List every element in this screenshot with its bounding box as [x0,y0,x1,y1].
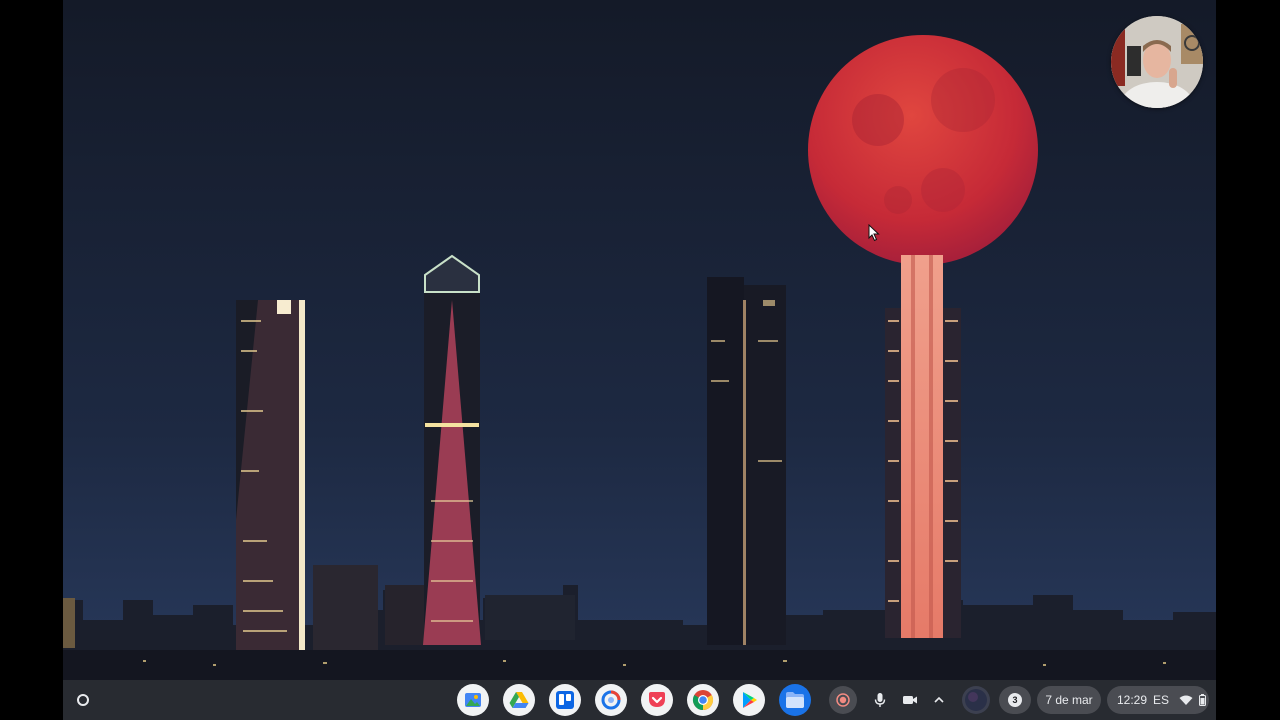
video-camera-icon [903,696,917,704]
phone-hub-button[interactable] [962,686,990,714]
mouse-cursor-icon [868,224,880,242]
play-store-icon [743,692,757,708]
clock-time: 12:29 [1117,693,1148,707]
app-chrome[interactable] [687,684,719,716]
shelf: 3 7 de mar 12:29 ES [63,680,1216,720]
app-files[interactable] [779,684,811,716]
tray-expand-button[interactable] [929,686,949,714]
launcher-ring-icon [77,694,89,706]
camera-button[interactable] [898,686,922,714]
notification-counter[interactable]: 3 [999,686,1031,714]
launcher-button[interactable] [71,688,95,712]
microphone-icon [874,693,886,707]
app-play-store[interactable] [733,684,765,716]
record-stop-icon [836,693,850,707]
person-avatar-icon [1111,16,1203,108]
pocket-icon [649,692,665,707]
app-google-drive[interactable] [503,684,535,716]
notification-count-badge: 3 [1008,693,1022,707]
date-label: 7 de mar [1045,693,1093,707]
app-chromebook-helper[interactable] [595,684,627,716]
wallpaper-skyline-moon [63,0,1216,720]
blue-circle-icon [601,690,621,710]
app-trello[interactable] [549,684,581,716]
battery-icon [1199,694,1207,706]
status-area[interactable]: 12:29 ES [1107,686,1209,714]
drive-icon [509,692,529,708]
screen-record-button[interactable] [829,686,857,714]
app-google-photos[interactable] [457,684,489,716]
mic-button[interactable] [869,686,891,714]
app-pocket[interactable] [641,684,673,716]
wifi-icon [1179,695,1193,705]
photos-icon [465,693,481,707]
pinned-apps [457,684,811,716]
chevron-up-icon [934,696,944,703]
avatar-icon [965,689,987,711]
files-folder-icon [786,692,804,708]
input-method-label: ES [1153,693,1170,707]
date-tray[interactable]: 7 de mar [1037,686,1101,714]
webcam-overlay [1111,16,1203,108]
desktop-screen: 3 7 de mar 12:29 ES [63,0,1216,720]
trello-icon [556,691,574,709]
chrome-icon [692,690,714,711]
